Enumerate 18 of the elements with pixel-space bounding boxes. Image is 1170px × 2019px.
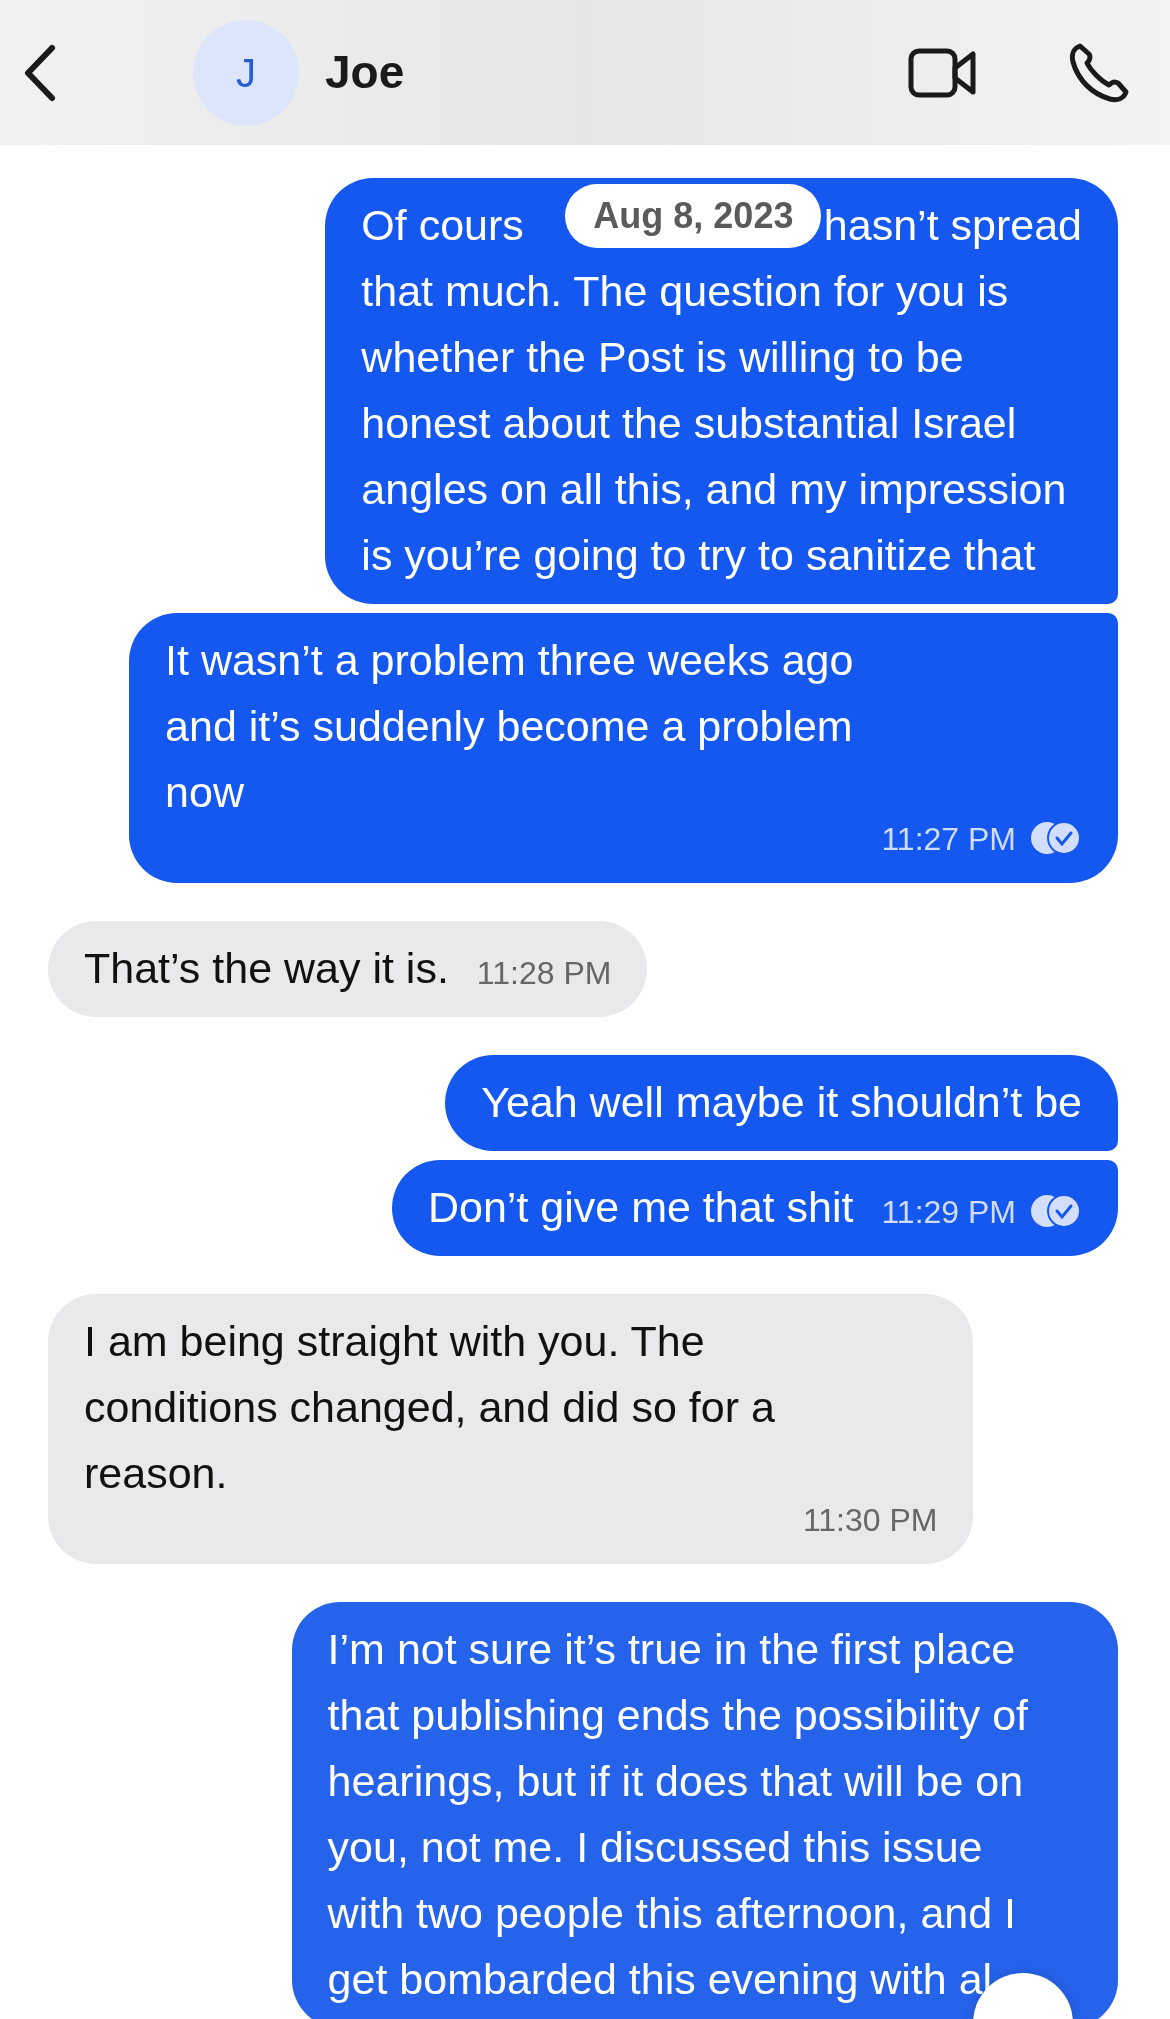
message-text: that much. The question for you is whether the Post is willing to be honest about the substantial Israel angles on all this, and my impression is you’re going to try to sanitize that bbox=[361, 267, 1067, 579]
phone-icon[interactable] bbox=[1068, 41, 1130, 104]
message-text: I am being straight with you. The conditions changed, and did so for a reason. bbox=[84, 1316, 775, 1499]
contact-name: Joe bbox=[325, 45, 405, 100]
message-text: That’s the way it is. bbox=[84, 943, 449, 994]
message-text: Yeah well maybe it shouldn’t be bbox=[481, 1078, 1082, 1126]
timestamp: 11:27 PM bbox=[881, 821, 1016, 857]
message-text: hasn’t spread bbox=[823, 200, 1082, 251]
timestamp: 11:30 PM bbox=[802, 1502, 938, 1538]
date-label: Aug 8, 2023 bbox=[565, 184, 822, 248]
video-camera-icon[interactable] bbox=[908, 47, 978, 98]
timestamp: 11:28 PM bbox=[476, 955, 612, 991]
message-text: Don’t give me that shit bbox=[427, 1182, 854, 1233]
timestamp: 11:29 PM bbox=[881, 1194, 1016, 1230]
message-text: It wasn’t a problem three weeks ago and it’s suddenly become a problem now bbox=[165, 635, 854, 818]
back-icon[interactable] bbox=[22, 43, 58, 102]
avatar[interactable]: J bbox=[193, 19, 299, 126]
message-text: Of cours bbox=[361, 200, 524, 251]
